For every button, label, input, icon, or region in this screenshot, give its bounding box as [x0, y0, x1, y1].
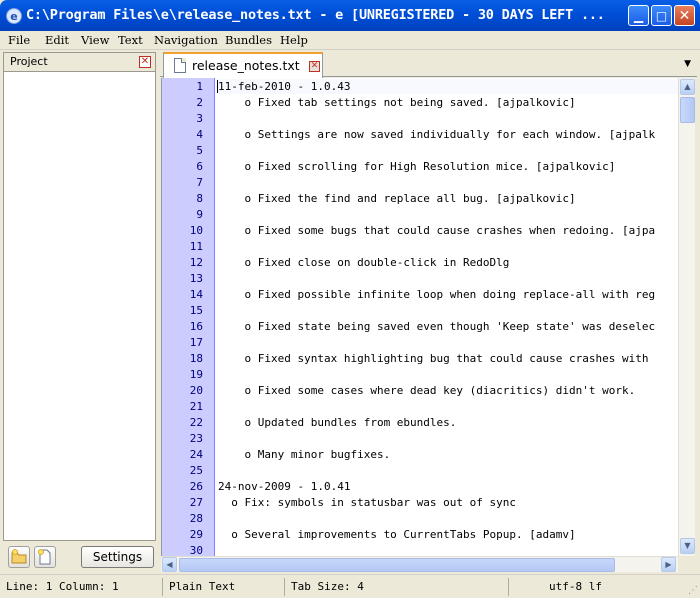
code-line[interactable]: 11-feb-2010 - 1.0.43 [218, 80, 350, 93]
maximize-button[interactable]: □ [651, 5, 672, 26]
line-number: 8 [196, 192, 203, 205]
line-number: 19 [189, 368, 203, 381]
line-number: 9 [196, 208, 203, 221]
code-line[interactable]: o Fixed some bugs that could cause crash… [218, 224, 655, 237]
line-number: 23 [189, 432, 203, 445]
line-number: 5 [196, 144, 203, 157]
title-bar[interactable]: e C:\Program Files\e\release_notes.txt -… [0, 0, 700, 31]
status-line: Line: 1 [6, 580, 53, 593]
line-number: 13 [189, 272, 203, 285]
code-line[interactable]: o Settings are now saved individually fo… [218, 128, 655, 141]
scroll-up-icon[interactable]: ▲ [680, 79, 695, 95]
menu-navigation[interactable]: Navigation [154, 33, 218, 47]
menu-file[interactable]: File [8, 33, 30, 47]
line-number: 14 [189, 288, 203, 301]
project-panel-header: Project ✕ [3, 52, 156, 71]
scroll-right-icon[interactable]: ▶ [661, 557, 676, 572]
code-line[interactable]: o Fixed state being saved even though 'K… [218, 320, 655, 333]
scroll-down-icon[interactable]: ▼ [680, 538, 695, 554]
code-line[interactable]: o Fixed close on double-click in RedoDlg [218, 256, 509, 269]
status-encoding[interactable]: utf-8 lf [545, 578, 685, 596]
tab-strip: release_notes.txt ✕ ▼ [160, 51, 697, 78]
project-toolbar: Settings [3, 543, 156, 571]
scrollbar-corner [678, 556, 695, 572]
code-line[interactable]: o Fixed possible infinite loop when doin… [218, 288, 655, 301]
menu-view[interactable]: View [81, 33, 109, 47]
app-icon[interactable]: e [6, 8, 22, 24]
resize-grip-icon[interactable]: ⋰ [688, 585, 698, 596]
document-icon [174, 58, 186, 73]
line-number: 3 [196, 112, 203, 125]
project-tree[interactable] [3, 71, 156, 541]
line-number: 29 [189, 528, 203, 541]
code-line[interactable]: o Several improvements to CurrentTabs Po… [218, 528, 575, 541]
code-line[interactable]: o Fixed the find and replace all bug. [a… [218, 192, 575, 205]
horizontal-scrollbar[interactable]: ◀ ▶ [161, 556, 678, 572]
line-number: 28 [189, 512, 203, 525]
line-number: 26 [189, 480, 203, 493]
new-file-icon [38, 549, 51, 565]
line-number: 24 [189, 448, 203, 461]
status-bar: Line: 1 Column: 1 Plain Text Tab Size: 4… [0, 574, 700, 598]
line-number: 20 [189, 384, 203, 397]
tab-close-icon[interactable]: ✕ [309, 61, 320, 72]
line-number: 10 [189, 224, 203, 237]
line-number: 15 [189, 304, 203, 317]
code-line[interactable]: o Updated bundles from ebundles. [218, 416, 456, 429]
line-number: 1 [196, 80, 203, 93]
status-column: Column: 1 [55, 578, 163, 596]
code-line[interactable]: o Fixed scrolling for High Resolution mi… [218, 160, 615, 173]
line-number: 6 [196, 160, 203, 173]
new-folder-button[interactable] [8, 546, 30, 568]
status-syntax[interactable]: Plain Text [165, 578, 285, 596]
scroll-left-icon[interactable]: ◀ [162, 557, 177, 572]
text-cursor [217, 80, 218, 93]
project-panel-close-icon[interactable]: ✕ [139, 56, 151, 68]
text-editor[interactable]: 1 11-feb-2010 - 1.0.43 2 o Fixed tab setti… [161, 78, 694, 556]
window-title: C:\Program Files\e\release_notes.txt - e… [26, 7, 605, 23]
line-number: 18 [189, 352, 203, 365]
minimize-button[interactable]: ▁ [628, 5, 649, 26]
project-panel-title: Project [10, 55, 48, 68]
line-number: 2 [196, 96, 203, 109]
menu-edit[interactable]: Edit [45, 33, 69, 47]
line-number: 11 [189, 240, 203, 253]
tab-release-notes[interactable]: release_notes.txt ✕ [163, 52, 323, 78]
tab-list-dropdown-icon[interactable]: ▼ [684, 59, 691, 69]
line-number: 4 [196, 128, 203, 141]
settings-button[interactable]: Settings [81, 546, 154, 568]
line-number: 22 [189, 416, 203, 429]
menu-help[interactable]: Help [280, 33, 308, 47]
close-button[interactable]: ✕ [674, 5, 695, 26]
line-number: 21 [189, 400, 203, 413]
line-number: 17 [189, 336, 203, 349]
vertical-scroll-thumb[interactable] [680, 97, 695, 123]
code-line[interactable]: 24-nov-2009 - 1.0.41 [218, 480, 350, 493]
line-number: 7 [196, 176, 203, 189]
line-number: 27 [189, 496, 203, 509]
line-number: 16 [189, 320, 203, 333]
code-line[interactable]: o Fixed tab settings not being saved. [a… [218, 96, 575, 109]
project-panel: Project ✕ Settings [3, 52, 156, 571]
menu-bundles[interactable]: Bundles [225, 33, 272, 47]
code-line[interactable]: o Fixed some cases where dead key (diacr… [218, 384, 635, 397]
vertical-scrollbar[interactable]: ▲ ▼ [678, 78, 695, 556]
horizontal-scroll-thumb[interactable] [179, 558, 615, 572]
menu-bar: File Edit View Text Navigation Bundles H… [0, 31, 700, 50]
line-number: 25 [189, 464, 203, 477]
tab-label: release_notes.txt [192, 58, 300, 73]
new-file-button[interactable] [34, 546, 56, 568]
code-line[interactable]: o Fix: symbols in statusbar was out of s… [218, 496, 516, 509]
line-number: 30 [189, 544, 203, 556]
code-line[interactable]: o Fixed syntax highlighting bug that cou… [218, 352, 648, 365]
status-tab-size[interactable]: Tab Size: 4 [287, 578, 509, 596]
menu-text[interactable]: Text [118, 33, 143, 47]
new-folder-icon [11, 549, 27, 564]
line-number: 12 [189, 256, 203, 269]
code-line[interactable]: o Many minor bugfixes. [218, 448, 390, 461]
